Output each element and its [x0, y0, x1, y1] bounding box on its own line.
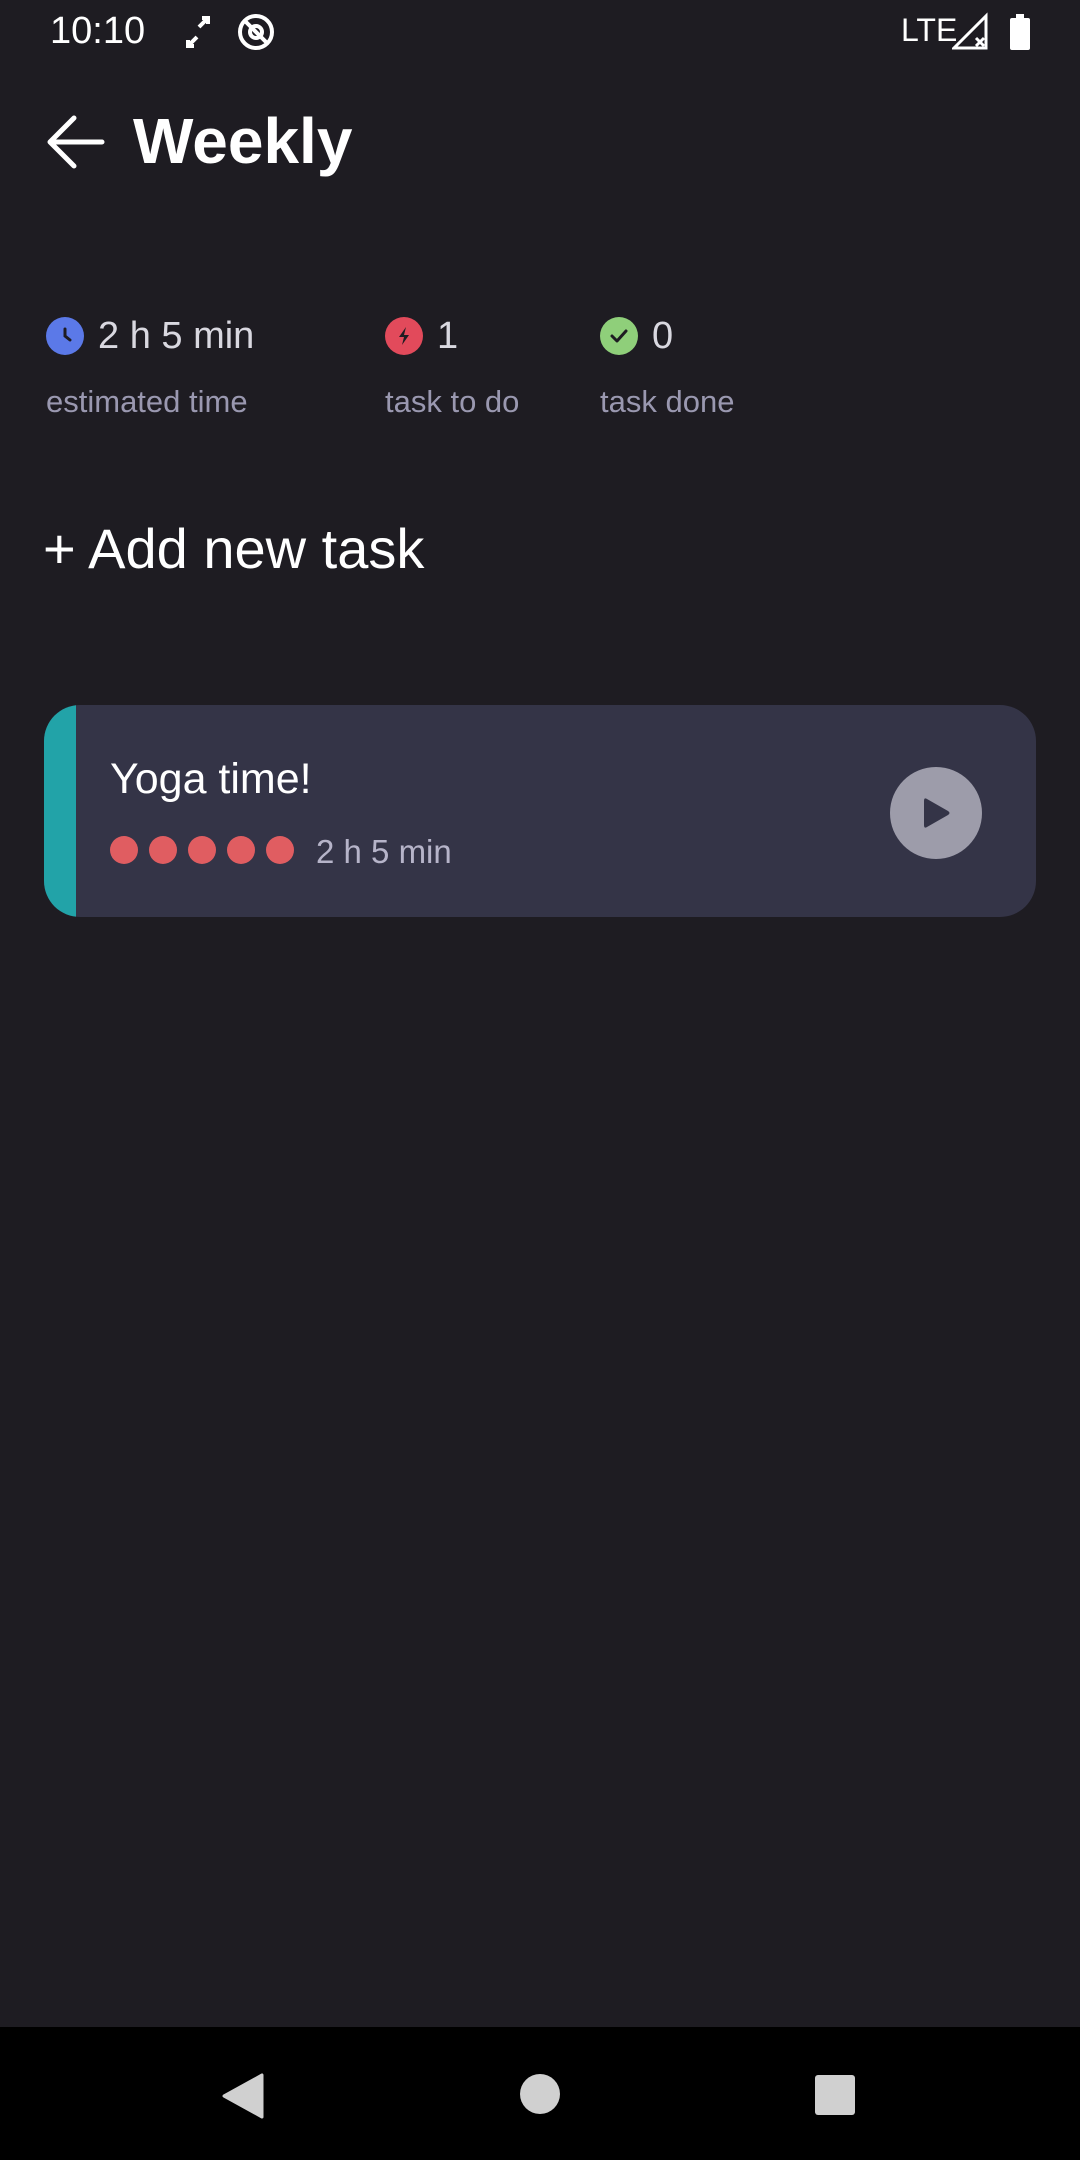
back-button[interactable]	[44, 112, 112, 172]
priority-dot	[188, 836, 216, 864]
task-card[interactable]: Yoga time! 2 h 5 min	[44, 705, 1036, 917]
nav-recents-icon[interactable]	[814, 2074, 856, 2121]
battery-icon	[1008, 12, 1032, 57]
stat-value: 0	[652, 314, 674, 357]
check-icon	[600, 317, 638, 355]
priority-dot	[266, 836, 294, 864]
arrow-left-icon	[47, 115, 105, 169]
signal-icon	[950, 12, 990, 57]
location-off-icon	[236, 12, 276, 57]
page-title: Weekly	[133, 105, 353, 177]
stat-label: estimated time	[46, 384, 248, 419]
task-priority-dots	[110, 836, 305, 864]
nav-home-icon[interactable]	[519, 2073, 561, 2120]
status-bar: 10:10 LTE	[0, 0, 1080, 66]
nav-back-icon[interactable]	[222, 2073, 264, 2124]
priority-dot	[227, 836, 255, 864]
play-button[interactable]	[890, 767, 982, 859]
stat-tasks-to-do: 1 task to do	[385, 312, 519, 420]
stat-tasks-done: 0 task done	[600, 312, 734, 420]
task-accent-bar	[44, 705, 76, 917]
stat-label: task to do	[385, 384, 520, 419]
stat-value: 1	[437, 314, 459, 357]
add-new-task-button[interactable]: + Add new task	[43, 516, 424, 581]
clock-icon	[46, 317, 84, 355]
stat-label: task done	[600, 384, 735, 419]
bolt-icon	[385, 317, 423, 355]
arrows-icon	[184, 12, 212, 57]
priority-dot	[149, 836, 177, 864]
status-time: 10:10	[50, 10, 146, 52]
system-nav-bar	[0, 2027, 1080, 2160]
task-duration: 2 h 5 min	[316, 833, 452, 870]
stat-estimated-time: 2 h 5 min estimated time	[46, 312, 254, 420]
screen: 10:10 LTE Weekly 2 h 5 min estimated tim…	[0, 0, 1080, 2160]
priority-dot	[110, 836, 138, 864]
play-icon	[924, 798, 950, 828]
network-type: LTE	[901, 12, 958, 48]
task-title: Yoga time!	[110, 755, 312, 803]
stat-value: 2 h 5 min	[98, 314, 255, 357]
